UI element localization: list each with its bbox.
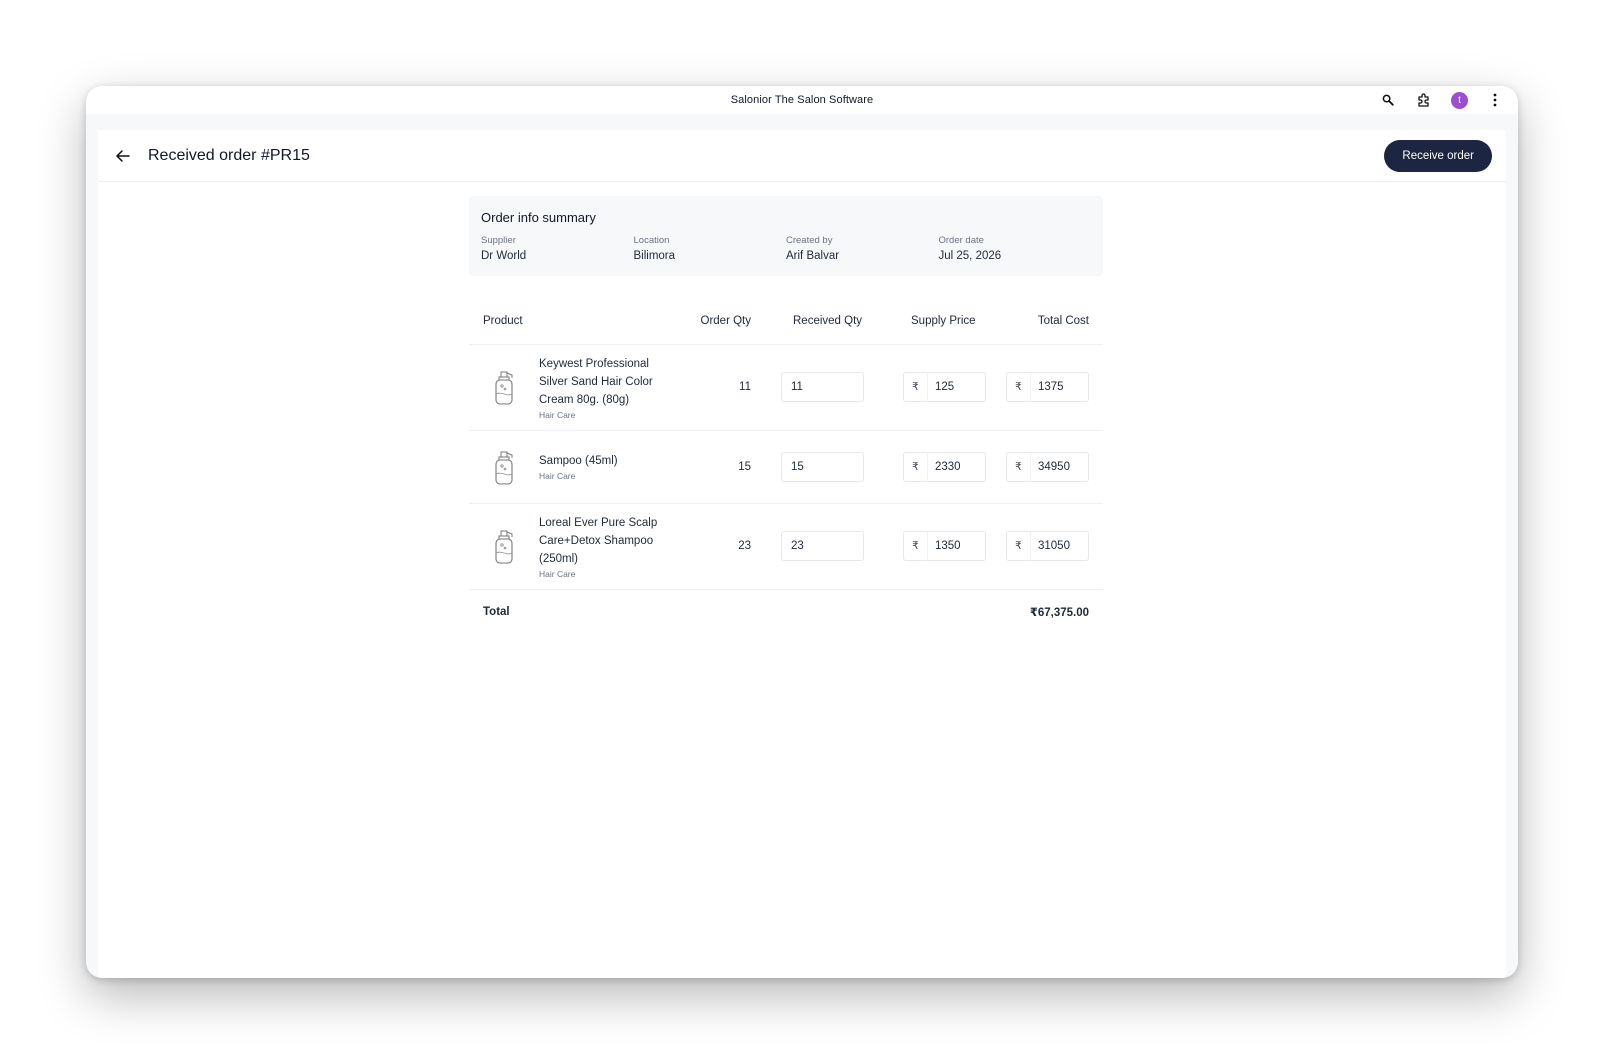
- col-header-order-qty: Order Qty: [679, 298, 751, 345]
- supply-price-value: 2330: [935, 460, 961, 473]
- summary-label: Location: [633, 235, 670, 246]
- order-qty: 15: [679, 430, 751, 504]
- order-info-summary: Order info summary Supplier Dr World Loc…: [469, 196, 1103, 276]
- total-label: Total: [483, 606, 510, 619]
- product-bottle-icon: [483, 525, 525, 567]
- col-header-received-qty: Received Qty: [751, 298, 873, 345]
- summary-label: Created by: [786, 235, 833, 246]
- product-bottle-icon: [483, 366, 525, 408]
- col-header-supply-price: Supply Price: [873, 298, 986, 345]
- product-text: Keywest Professional Silver Sand Hair Co…: [539, 355, 669, 420]
- summary-title: Order info summary: [481, 210, 596, 225]
- summary-label: Order date: [938, 235, 984, 246]
- summary-value: Arif Balvar: [786, 250, 840, 262]
- receive-order-button[interactable]: Receive order: [1384, 140, 1492, 172]
- supply-price-cell: ₹ 1350: [873, 503, 986, 590]
- extensions-icon[interactable]: [1415, 91, 1433, 109]
- received-qty-input[interactable]: [781, 531, 864, 561]
- title-bar-actions: t: [1379, 86, 1504, 114]
- product-cell: Keywest Professional Silver Sand Hair Co…: [469, 344, 679, 431]
- table-row: Sampoo (45ml) Hair Care 15 ₹: [469, 430, 1103, 504]
- more-menu-icon[interactable]: [1486, 91, 1504, 109]
- product-name: Loreal Ever Pure Scalp Care+Detox Shampo…: [539, 516, 658, 565]
- summary-value: Bilimora: [633, 250, 676, 262]
- total-cost-value: 34950: [1038, 460, 1070, 473]
- summary-value: Jul 25, 2026: [938, 250, 1002, 262]
- col-header-product: Product: [469, 298, 679, 345]
- table-row: Keywest Professional Silver Sand Hair Co…: [469, 344, 1103, 431]
- summary-value: Dr World: [481, 250, 527, 262]
- product-info: Sampoo (45ml) Hair Care: [469, 431, 679, 503]
- summary-location: Location Bilimora: [634, 235, 787, 262]
- product-info: Loreal Ever Pure Scalp Care+Detox Shampo…: [469, 504, 679, 589]
- supply-price-input[interactable]: ₹ 2330: [903, 451, 986, 482]
- supply-price-value: 1350: [935, 540, 961, 552]
- rupee-icon: ₹: [1007, 531, 1031, 561]
- app-body: Received order #PR15 Receive order Order…: [98, 130, 1506, 978]
- supply-price-value: 125: [935, 381, 955, 393]
- page-title: Received order #PR15: [148, 146, 310, 164]
- order-content: Order info summary Supplier Dr World Loc…: [469, 196, 1103, 635]
- total-cost-value: 1375: [1038, 381, 1064, 393]
- page-header: Received order #PR15 Receive order: [98, 130, 1506, 182]
- received-qty-input[interactable]: [781, 451, 864, 482]
- summary-label: Supplier: [481, 235, 516, 246]
- product-cell: Loreal Ever Pure Scalp Care+Detox Shampo…: [469, 503, 679, 590]
- received-qty-cell: [751, 430, 873, 504]
- rupee-icon: ₹: [1007, 451, 1031, 482]
- total-cost-input[interactable]: ₹ 1375: [1006, 372, 1089, 402]
- total-cost-cell: ₹ 34950: [986, 430, 1103, 504]
- total-row: Total ₹67,375.00: [469, 589, 1103, 635]
- product-text: Sampoo (45ml) Hair Care: [539, 452, 669, 481]
- title-bar: Salonior The Salon Software t: [86, 86, 1518, 114]
- total-cost-cell: ₹ 1375: [986, 344, 1103, 431]
- summary-order-date: Order date Jul 25, 2026: [939, 235, 1092, 262]
- summary-created-by: Created by Arif Balvar: [786, 235, 939, 262]
- total-cost-value: 31050: [1038, 540, 1070, 552]
- total-cost-cell: ₹ 31050: [986, 503, 1103, 590]
- summary-fields: Supplier Dr World Location Bilimora Crea…: [481, 235, 1091, 262]
- total-cost-input[interactable]: ₹ 31050: [1006, 531, 1089, 561]
- table-header-row: Product Order Qty Received Qty Supply Pr…: [469, 298, 1103, 345]
- received-qty-input[interactable]: [781, 372, 864, 402]
- product-category: Hair Care: [539, 471, 576, 481]
- app-title: Salonior The Salon Software: [730, 94, 874, 106]
- received-qty-cell: [751, 503, 873, 590]
- rupee-icon: ₹: [1007, 372, 1031, 402]
- app-window: Salonior The Salon Software t Received o…: [86, 86, 1518, 978]
- product-name: Sampoo (45ml): [539, 455, 618, 467]
- back-arrow-icon[interactable]: [112, 145, 134, 167]
- col-header-total-cost: Total Cost: [986, 298, 1103, 345]
- product-cell: Sampoo (45ml) Hair Care: [469, 430, 679, 504]
- rupee-icon: ₹: [904, 531, 928, 561]
- supply-price-input[interactable]: ₹ 1350: [903, 531, 986, 561]
- zoom-icon[interactable]: [1379, 91, 1397, 109]
- supply-price-cell: ₹ 125: [873, 344, 986, 431]
- user-avatar[interactable]: t: [1451, 91, 1468, 109]
- total-value: ₹67,375.00: [1029, 607, 1089, 620]
- received-qty-cell: [751, 344, 873, 431]
- product-name: Keywest Professional Silver Sand Hair Co…: [539, 357, 653, 406]
- rupee-icon: ₹: [904, 372, 928, 402]
- product-category: Hair Care: [539, 568, 576, 579]
- total-cost-input[interactable]: ₹ 34950: [1006, 451, 1089, 482]
- product-info: Keywest Professional Silver Sand Hair Co…: [469, 345, 679, 430]
- order-qty: 23: [679, 503, 751, 590]
- supply-price-input[interactable]: ₹ 125: [903, 372, 986, 402]
- summary-supplier: Supplier Dr World: [481, 235, 634, 262]
- table-row: Loreal Ever Pure Scalp Care+Detox Shampo…: [469, 503, 1103, 590]
- product-bottle-icon: [483, 446, 525, 488]
- rupee-icon: ₹: [904, 451, 928, 482]
- product-text: Loreal Ever Pure Scalp Care+Detox Shampo…: [539, 514, 669, 579]
- product-category: Hair Care: [539, 409, 576, 420]
- supply-price-cell: ₹ 2330: [873, 430, 986, 504]
- order-items-table: Product Order Qty Received Qty Supply Pr…: [469, 298, 1103, 635]
- order-qty: 11: [679, 344, 751, 431]
